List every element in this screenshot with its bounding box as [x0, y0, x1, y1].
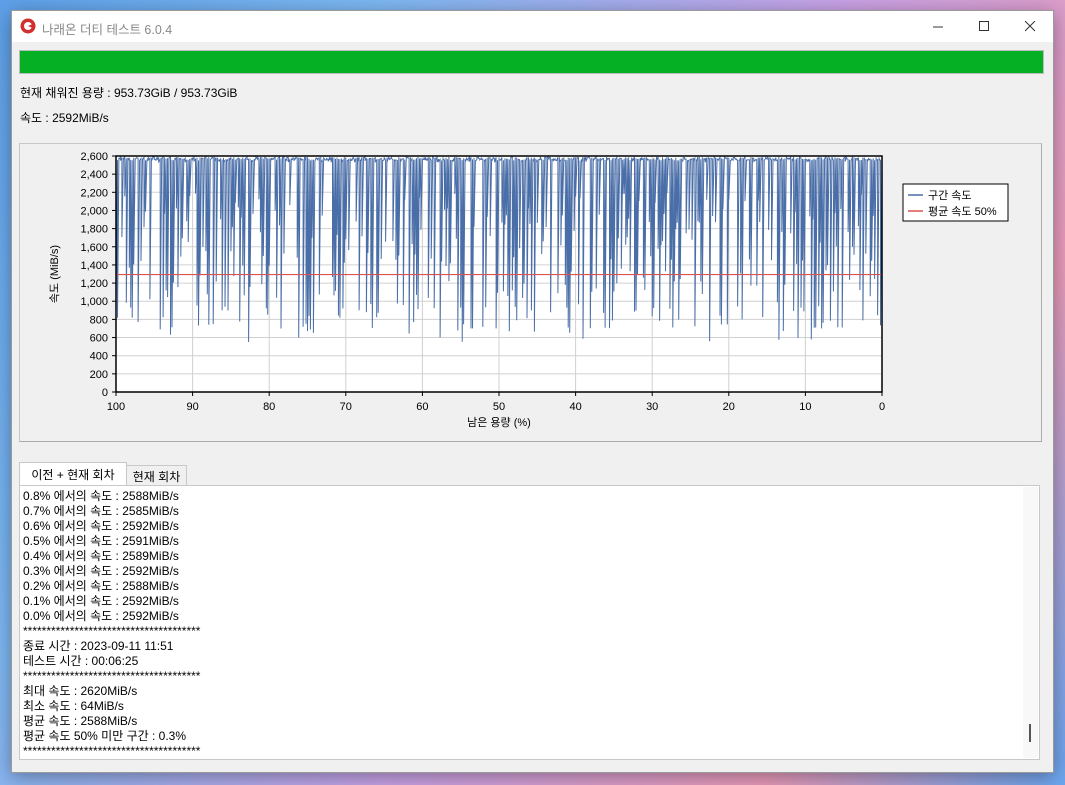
x-tick-label: 90	[186, 401, 198, 413]
maximize-button[interactable]	[961, 11, 1007, 42]
log-lines: 0.8% 에서의 속도 : 2588MiB/s 0.7% 에서의 속도 : 258…	[23, 489, 200, 759]
maximize-icon	[978, 21, 989, 31]
log-line: 0.2% 에서의 속도 : 2588MiB/s	[23, 579, 179, 593]
log-line: **************************************	[23, 744, 201, 758]
x-tick-label: 0	[879, 401, 885, 413]
y-tick-label: 1,200	[80, 278, 108, 290]
log-line: 평균 속도 : 2588MiB/s	[23, 714, 138, 728]
fill-progress-bar	[19, 50, 1044, 74]
app-window: 나래온 더티 테스트 6.0.4 현재 채워진 용량 : 953.73GiB /…	[11, 10, 1054, 773]
speed-label: 속도 : 2592MiB/s	[20, 111, 109, 125]
log-line: 0.8% 에서의 속도 : 2588MiB/s	[23, 489, 179, 503]
y-tick-label: 1,600	[80, 242, 108, 254]
log-line: 테스트 시간 : 00:06:25	[23, 654, 139, 668]
x-tick-label: 70	[340, 401, 352, 413]
y-tick-label: 1,400	[80, 260, 108, 272]
close-icon	[1024, 21, 1035, 32]
close-button[interactable]	[1007, 11, 1053, 42]
y-axis-label: 속도 (MiB/s)	[48, 245, 61, 303]
progress-fill	[20, 51, 1043, 73]
log-line: 0.1% 에서의 속도 : 2592MiB/s	[23, 594, 179, 608]
tab-current[interactable]: 현재 회차	[126, 465, 187, 486]
x-axis-label: 남은 용량 (%)	[467, 416, 531, 429]
x-tick-label: 40	[569, 401, 581, 413]
log-line: 종료 시간 : 2023-09-11 11:51	[23, 639, 174, 653]
y-tick-label: 200	[90, 369, 108, 381]
minimize-icon	[932, 26, 943, 28]
y-tick-label: 1,800	[80, 224, 108, 236]
window-title: 나래온 더티 테스트 6.0.4	[42, 23, 173, 37]
x-tick-label: 60	[416, 401, 428, 413]
x-tick-label: 50	[493, 401, 505, 413]
speed-chart: 02004006008001,0001,2001,4001,6001,8002,…	[48, 151, 1009, 429]
tab-previous-and-current[interactable]: 이전 + 현재 회차	[19, 462, 127, 486]
y-tick-label: 400	[90, 351, 108, 363]
log-line: 0.6% 에서의 속도 : 2592MiB/s	[23, 519, 179, 533]
log-scrollbar[interactable]	[1023, 487, 1038, 758]
speed-chart-panel: 0 200 400 600 800 1,000 1,200 1,400 1,600 1,800 2,…	[19, 143, 1042, 442]
log-line: **************************************	[23, 624, 201, 638]
y-tick-label: 1,000	[80, 296, 108, 308]
y-tick-label: 2,400	[80, 169, 108, 181]
x-tick-label: 30	[646, 401, 658, 413]
log-line: 평균 속도 50% 미만 구간 : 0.3%	[23, 729, 187, 743]
log-line: **************************************	[23, 669, 201, 683]
legend-label-segment-speed: 구간 속도	[928, 189, 972, 202]
log-line: 0.3% 에서의 속도 : 2592MiB/s	[23, 564, 179, 578]
title-bar[interactable]: 나래온 더티 테스트 6.0.4	[12, 11, 1053, 42]
chart-legend: 구간 속도 평균 속도 50%	[902, 183, 1009, 222]
log-line: 0.4% 에서의 속도 : 2589MiB/s	[23, 549, 179, 563]
log-output[interactable]: 0.8% 에서의 속도 : 2588MiB/s 0.7% 에서의 속도 : 258…	[19, 485, 1040, 760]
minimize-button[interactable]	[915, 11, 961, 42]
y-tick-label: 600	[90, 333, 108, 345]
x-tick-label: 100	[107, 401, 125, 413]
y-tick-label: 800	[90, 314, 108, 326]
log-line: 0.0% 에서의 속도 : 2592MiB/s	[23, 609, 179, 623]
y-tick-label: 0	[102, 387, 108, 399]
y-tick-label: 2,600	[80, 151, 108, 163]
x-tick-label: 20	[723, 401, 735, 413]
y-tick-label: 2,000	[80, 205, 108, 217]
log-line: 0.5% 에서의 속도 : 2591MiB/s	[23, 534, 179, 548]
y-tick-label: 2,200	[80, 187, 108, 199]
log-line: 0.7% 에서의 속도 : 2585MiB/s	[23, 504, 179, 518]
log-line: 최소 속도 : 64MiB/s	[23, 699, 124, 713]
x-tick-label: 10	[799, 401, 811, 413]
x-tick-label: 80	[263, 401, 275, 413]
app-logo-icon	[20, 18, 36, 34]
legend-label-average-speed: 평균 속도 50%	[928, 205, 997, 218]
filled-capacity-label: 현재 채워진 용량 : 953.73GiB / 953.73GiB	[20, 86, 238, 100]
log-line: 최대 속도 : 2620MiB/s	[23, 684, 138, 698]
scrollbar-thumb[interactable]	[1029, 724, 1031, 742]
